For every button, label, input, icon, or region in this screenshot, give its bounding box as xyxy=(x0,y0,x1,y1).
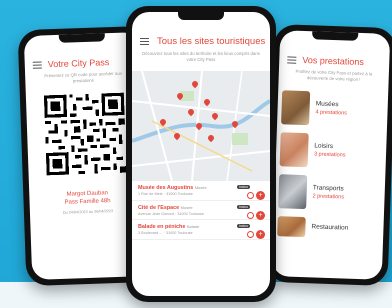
add-icon[interactable]: + xyxy=(256,190,265,200)
poi-address: 1 Rue de Metz · 31000 Toulouse xyxy=(138,191,193,196)
poi-item[interactable]: Balade en péniche Balade 3 Boulevard ...… xyxy=(132,220,270,241)
phone-prestations: Vos prestations Profitez de votre City P… xyxy=(265,23,392,287)
poi-name: Cité de l'Espace xyxy=(138,204,180,211)
service-name: Loisirs xyxy=(314,142,334,151)
page-title: Votre City Pass xyxy=(47,57,110,70)
add-icon[interactable]: + xyxy=(256,210,265,220)
menu-icon[interactable] xyxy=(140,38,149,46)
menu-icon[interactable] xyxy=(287,55,297,64)
poi-badge: Inclus xyxy=(236,204,250,209)
favorite-icon[interactable] xyxy=(247,231,254,239)
prestations-intro: Profitez de votre City Pass et partez à … xyxy=(295,68,373,82)
qr-code xyxy=(43,92,127,175)
service-item-loisirs[interactable]: Loisirs 3 prestations xyxy=(276,131,387,170)
poi-item[interactable]: Musée des Augustins Musée 1 Rue de Metz … xyxy=(132,181,270,201)
phone-notch xyxy=(58,33,106,43)
phone-notch xyxy=(312,31,359,41)
transports-photo xyxy=(278,173,308,209)
sites-map[interactable] xyxy=(132,70,270,181)
page-title: Tous les sites touristiques xyxy=(157,36,266,47)
poi-address: Avenue Jean Gonord · 31000 Toulouse xyxy=(138,211,204,216)
menu-icon[interactable] xyxy=(32,60,42,69)
favorite-icon[interactable] xyxy=(247,211,254,219)
poi-category: Balade xyxy=(186,224,200,230)
service-count: 2 prestations xyxy=(312,193,345,201)
poi-address: 3 Boulevard ... · 31000 Toulouse xyxy=(138,231,193,236)
musees-photo xyxy=(281,89,311,125)
service-item-restauration[interactable]: Restauration xyxy=(273,215,384,240)
screen-sites: Tous les sites touristiques Découvrez to… xyxy=(132,12,270,296)
add-icon[interactable]: + xyxy=(256,230,265,240)
loisirs-photo xyxy=(279,131,309,167)
poi-name: Musée des Augustins xyxy=(138,184,194,191)
service-item-musees[interactable]: Musées 4 prestations xyxy=(277,89,388,128)
service-count: 3 prestations xyxy=(313,151,346,159)
sites-intro: Découvrez tous les sites du territoire e… xyxy=(142,51,260,62)
service-name: Restauration xyxy=(311,223,349,232)
poi-category: Musée xyxy=(180,204,193,210)
poi-item[interactable]: Cité de l'Espace Musée Avenue Jean Gonor… xyxy=(132,201,270,221)
poi-name: Balade en péniche xyxy=(138,224,186,231)
service-item-transports[interactable]: Transports 2 prestations xyxy=(274,173,385,212)
service-name: Musées xyxy=(315,100,339,109)
screen-prestations: Vos prestations Profitez de votre City P… xyxy=(271,30,391,280)
page-title: Vos prestations xyxy=(302,54,364,68)
poi-badge: Inclus xyxy=(236,224,250,229)
service-count: 4 prestations xyxy=(315,109,348,117)
service-name: Transports xyxy=(312,184,344,193)
phone-notch xyxy=(178,12,224,20)
poi-category: Musée xyxy=(194,184,207,190)
favorite-icon[interactable] xyxy=(247,191,254,199)
phone-sites: Tous les sites touristiques Découvrez to… xyxy=(126,6,276,302)
restauration-photo xyxy=(277,215,306,237)
poi-badge: Inclus xyxy=(236,184,250,189)
promo-stage: Votre City Pass Présentez ce QR code pou… xyxy=(0,0,392,308)
